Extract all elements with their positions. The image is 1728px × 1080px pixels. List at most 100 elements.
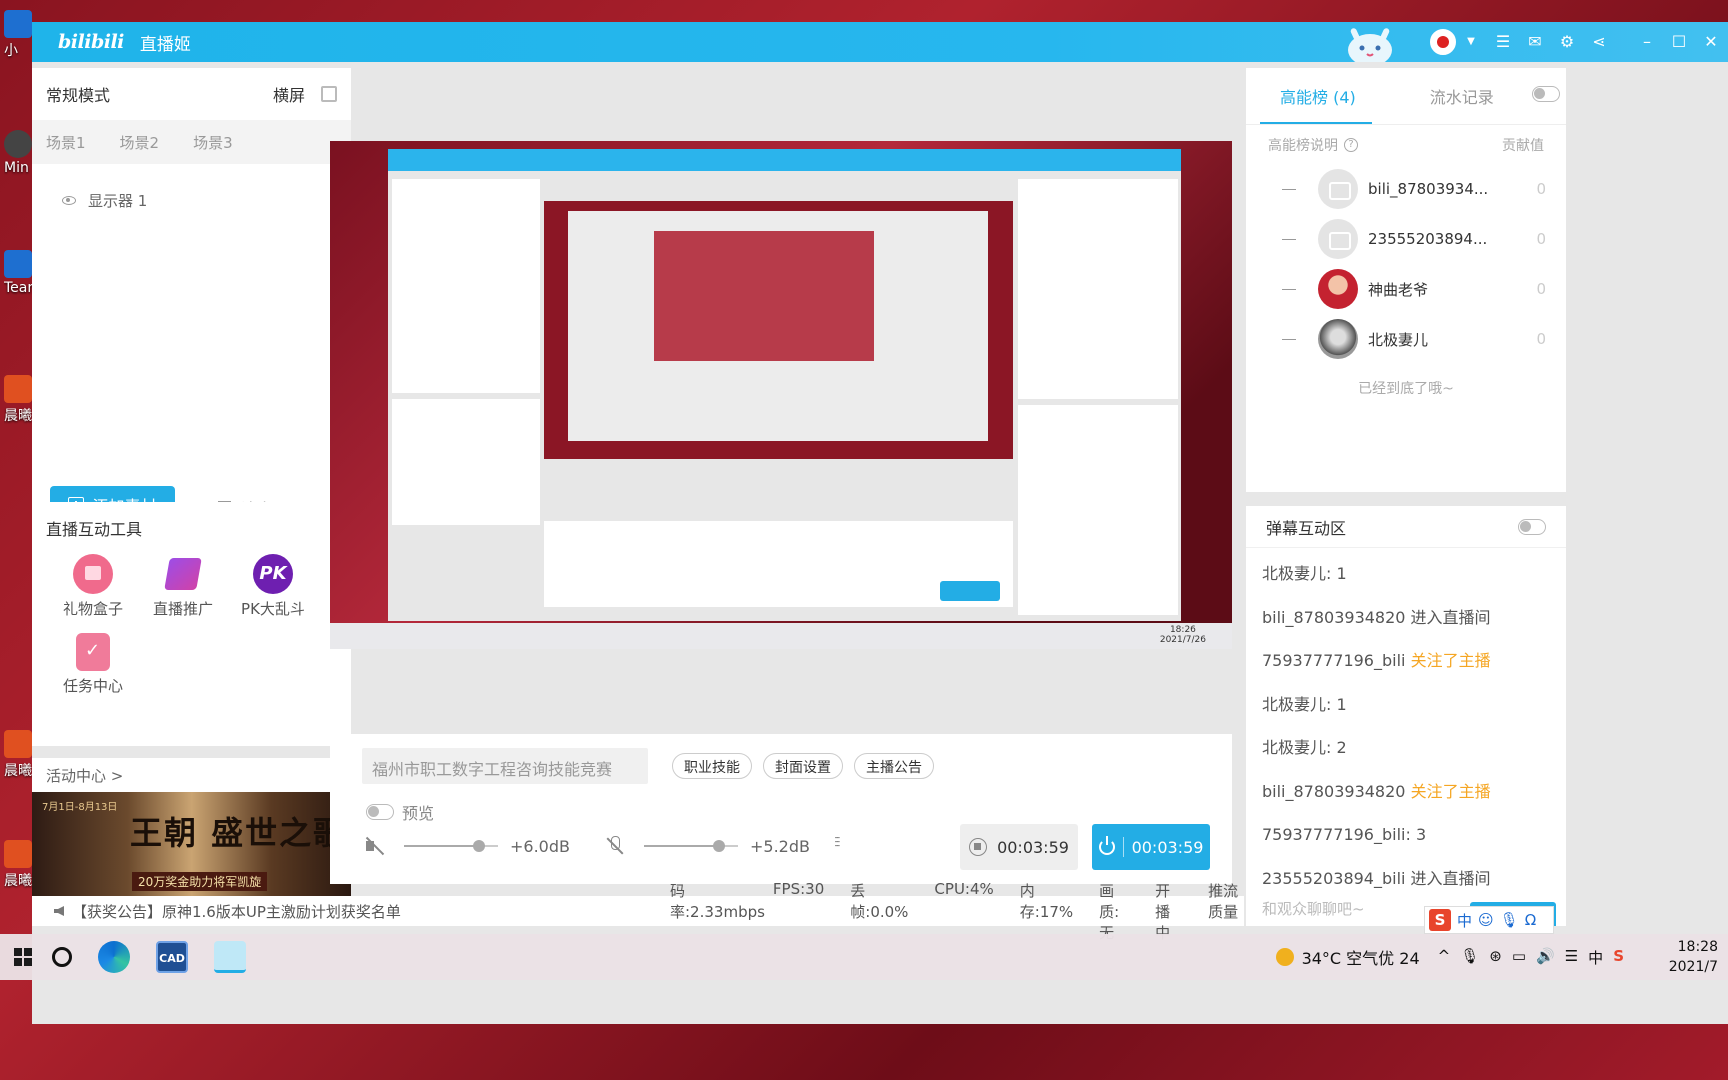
- avatar: [1318, 169, 1358, 209]
- live-control-bar: 福州市职工数字工程咨询技能竞赛 职业技能 封面设置 主播公告 预览 +6.0dB…: [330, 734, 1232, 884]
- desktop-icon-3[interactable]: Tean: [4, 250, 34, 296]
- ime-toolbar[interactable]: S 中 ☺ 🎙 Ω: [1424, 906, 1554, 934]
- mail-icon[interactable]: ✉: [1526, 33, 1544, 51]
- announcement-icon: [54, 906, 64, 916]
- tool-gift-box[interactable]: 礼物盒子: [48, 554, 138, 619]
- share-icon[interactable]: ⋖: [1590, 33, 1608, 51]
- danmu-list[interactable]: 北极妻儿: 1 bili_87803934820 进入直播间 759377771…: [1246, 548, 1566, 904]
- rank-info-label: 高能榜说明: [1268, 137, 1338, 154]
- ime-mode[interactable]: 中: [1457, 910, 1472, 931]
- list-item: 北极妻儿: 2: [1262, 738, 1347, 757]
- lock-icon[interactable]: [321, 86, 337, 102]
- desktop-icon-1[interactable]: 小: [4, 10, 34, 60]
- scene-panel: 常规模式 横屏 场景1 场景2 场景3 显示器 1 添加素材 清空: [32, 68, 351, 536]
- rank-row[interactable]: 23555203894... 0: [1246, 214, 1566, 264]
- edge-icon[interactable]: [98, 941, 130, 973]
- preview-taskbar: [330, 623, 1232, 649]
- tool-promotion[interactable]: 直播推广: [138, 554, 228, 619]
- task-center-icon: [76, 633, 110, 671]
- contribution-label: 贡献值: [1502, 137, 1544, 154]
- tab-scene-1[interactable]: 场景1: [46, 132, 86, 153]
- battery-icon[interactable]: ▭: [1512, 947, 1526, 968]
- speaker-volume-slider[interactable]: [404, 840, 498, 852]
- network-icon[interactable]: ⊛: [1489, 947, 1502, 968]
- speaker-mute-icon[interactable]: [364, 836, 384, 856]
- start-icon[interactable]: [14, 948, 32, 966]
- gear-icon[interactable]: ⚙: [1558, 33, 1576, 51]
- menu-icon[interactable]: ☰: [1494, 33, 1512, 51]
- mode-label[interactable]: 常规模式: [46, 82, 273, 106]
- mic-volume-slider[interactable]: [643, 840, 738, 852]
- gift-box-icon: [73, 554, 113, 594]
- live-button[interactable]: 00:03:59: [1092, 824, 1210, 870]
- chevron-down-icon[interactable]: ▼: [1462, 33, 1480, 51]
- system-clock[interactable]: 18:28 2021/7: [1638, 937, 1728, 977]
- activity-center-panel: 活动中心 > 7月1日-8月13日 王朝 盛世之歌 20万奖金助力将军凯旋: [32, 758, 351, 902]
- stream-preview[interactable]: 18:26 2021/7/26: [330, 141, 1232, 649]
- sogou-tray-icon[interactable]: S: [1613, 947, 1624, 968]
- user-avatar[interactable]: [1430, 29, 1456, 55]
- mic-tray-icon[interactable]: 🎙: [1460, 947, 1479, 968]
- desktop-icon-6[interactable]: 晨曦 (云: [4, 840, 34, 890]
- mixer-icon[interactable]: [834, 835, 852, 855]
- live-app-icon[interactable]: [214, 941, 246, 973]
- omega-icon[interactable]: Ω: [1525, 911, 1536, 929]
- list-item: 北极妻儿: 1: [1262, 564, 1347, 583]
- audio-controls: +6.0dB +5.2dB: [364, 835, 852, 856]
- help-icon[interactable]: ?: [1344, 137, 1358, 152]
- orientation-toggle[interactable]: 横屏: [273, 82, 305, 106]
- close-icon[interactable]: ✕: [1702, 33, 1720, 51]
- tool-task-center[interactable]: 任务中心: [48, 633, 138, 696]
- rank-row[interactable]: bili_87803934... 0: [1246, 164, 1566, 214]
- pk-icon: PK: [253, 554, 293, 594]
- eye-icon[interactable]: [62, 196, 76, 205]
- ranking-toggle[interactable]: [1532, 86, 1560, 102]
- mic-mute-icon[interactable]: [606, 836, 624, 856]
- notice-button[interactable]: 主播公告: [854, 753, 934, 779]
- live-title-input[interactable]: 福州市职工数字工程咨询技能竞赛: [362, 748, 648, 784]
- desktop-icon-5[interactable]: 晨曦 软件: [4, 730, 34, 780]
- weather-icon[interactable]: [1275, 948, 1294, 966]
- tab-scene-3[interactable]: 场景3: [193, 132, 233, 153]
- preview-nested-window: [388, 149, 1181, 621]
- cad-app-icon[interactable]: CAD: [156, 941, 188, 973]
- mic-icon[interactable]: 🎙: [1500, 911, 1519, 929]
- category-button[interactable]: 职业技能: [672, 753, 752, 779]
- interactive-tools-panel: 直播互动工具 礼物盒子 直播推广 PK PK大乱斗 任务中心: [32, 502, 351, 746]
- danmu-toggle[interactable]: [1518, 518, 1546, 535]
- tool-pk[interactable]: PK PK大乱斗: [228, 554, 318, 619]
- desktop-icon-4[interactable]: 晨曦 2: [4, 375, 34, 425]
- minimize-icon[interactable]: –: [1638, 33, 1656, 51]
- cover-settings-button[interactable]: 封面设置: [763, 753, 843, 779]
- ranking-panel: 高能榜 (4) 流水记录 高能榜说明 ? 贡献值 bili_87803934..…: [1246, 68, 1566, 492]
- scene-tabs: 场景1 场景2 场景3: [32, 120, 351, 164]
- cortana-icon[interactable]: [52, 947, 72, 967]
- maximize-icon[interactable]: ☐: [1670, 33, 1688, 51]
- record-button[interactable]: 00:03:59: [960, 824, 1078, 870]
- activity-center-link[interactable]: 活动中心 >: [32, 758, 351, 792]
- rank-row[interactable]: 北极妻儿 0: [1246, 314, 1566, 364]
- activity-banner[interactable]: 7月1日-8月13日 王朝 盛世之歌 20万奖金助力将军凯旋: [32, 792, 351, 902]
- wifi-icon[interactable]: ☰: [1565, 947, 1578, 968]
- desktop-icon-2[interactable]: Min: [4, 130, 34, 176]
- tab-scene-2[interactable]: 场景2: [120, 132, 160, 153]
- tools-title: 直播互动工具: [46, 520, 143, 539]
- app-title: 直播姬: [139, 34, 191, 55]
- speaker-db: +6.0dB: [510, 836, 570, 856]
- taskbar: CAD 34°C 空气优 24 ^ 🎙 ⊛ ▭ 🔊 ☰ 中 S 18:28 20…: [0, 934, 1728, 980]
- list-item: bili_87803934820 进入直播间: [1262, 607, 1491, 627]
- weather-text[interactable]: 34°C 空气优 24: [1302, 945, 1420, 969]
- announcement-link[interactable]: 【获奖公告】原神1.6版本UP主激励计划获奖名单: [72, 901, 401, 922]
- tab-high-energy[interactable]: 高能榜 (4): [1280, 84, 1356, 108]
- emoji-icon[interactable]: ☺: [1478, 911, 1494, 929]
- bilibili-logo: bilibili: [58, 31, 124, 53]
- promotion-icon: [164, 558, 202, 590]
- preview-toggle[interactable]: 预览: [366, 800, 434, 824]
- chevron-up-icon[interactable]: ^: [1438, 947, 1451, 968]
- tab-flow-records[interactable]: 流水记录: [1430, 84, 1494, 108]
- ime-tray[interactable]: 中: [1588, 947, 1603, 968]
- volume-icon[interactable]: 🔊: [1536, 947, 1555, 968]
- source-item-display[interactable]: 显示器 1: [32, 164, 351, 211]
- rank-row[interactable]: 神曲老爷 0: [1246, 264, 1566, 314]
- preview-switch[interactable]: [366, 804, 394, 820]
